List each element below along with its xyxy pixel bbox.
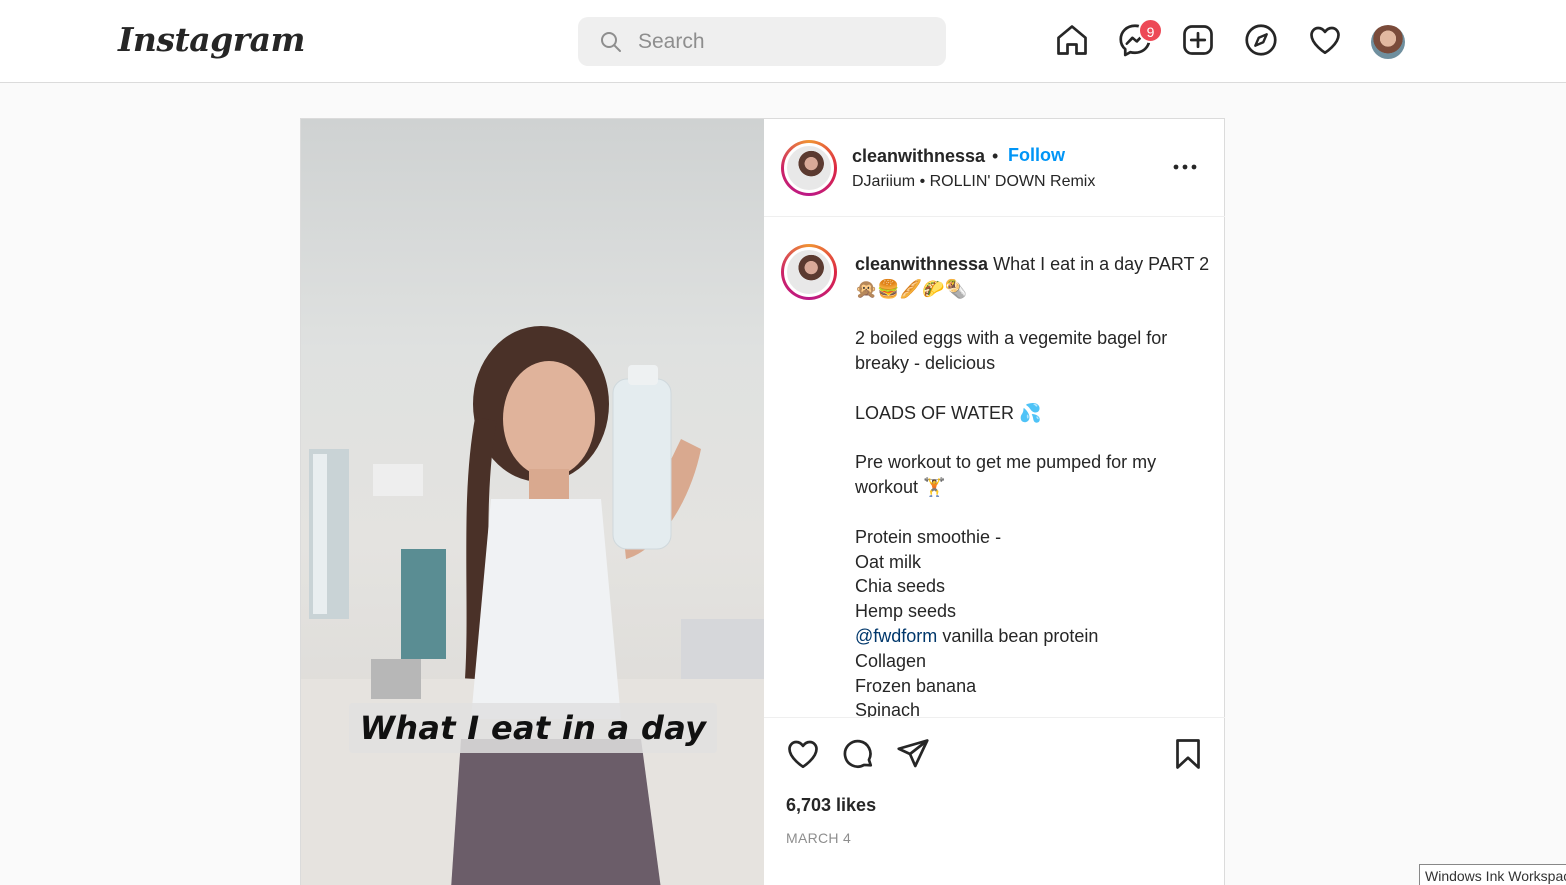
post-actions: 6,703 likes MARCH 4 xyxy=(764,717,1225,885)
more-options-icon[interactable] xyxy=(1172,157,1198,177)
messenger-badge: 9 xyxy=(1138,18,1163,43)
share-send-icon[interactable] xyxy=(895,736,931,772)
caption-line: 2 boiled eggs with a vegemite bagel for … xyxy=(855,328,1168,374)
search-box[interactable] xyxy=(578,17,946,66)
save-bookmark-icon[interactable] xyxy=(1170,736,1206,772)
caption-line: Protein smoothie - xyxy=(855,526,1002,547)
video-frame-illustration xyxy=(301,326,764,885)
caption-line: Pre workout to get me pumped for my work… xyxy=(855,452,1157,498)
post-sidebar: cleanwithnessa • Follow DJariium • ROLLI… xyxy=(764,119,1225,885)
search-icon xyxy=(601,32,621,52)
post-card: What I eat in a day cleanwithnessa • Fol… xyxy=(300,118,1225,885)
caption-line: vanilla bean protein xyxy=(942,625,1099,646)
instagram-logo[interactable]: Instagram xyxy=(118,20,305,59)
mention-link[interactable]: @fwdform xyxy=(855,626,937,646)
new-post-icon[interactable] xyxy=(1180,22,1216,58)
header-separator: • xyxy=(992,146,999,166)
comment-icon[interactable] xyxy=(840,736,876,772)
caption-line: Collagen xyxy=(855,650,927,671)
caption-author-avatar[interactable] xyxy=(781,244,837,300)
top-nav: Instagram 9 xyxy=(0,0,1566,83)
like-heart-icon[interactable] xyxy=(785,736,821,772)
activity-heart-icon[interactable] xyxy=(1307,22,1343,58)
caption-line: Chia seeds xyxy=(855,576,946,597)
follow-button[interactable]: Follow xyxy=(1008,145,1065,166)
caption-line: LOADS OF WATER 💦 xyxy=(855,402,1042,423)
post-header: cleanwithnessa • Follow DJariium • ROLLI… xyxy=(764,119,1225,217)
author-username[interactable]: cleanwithnessa xyxy=(852,146,985,167)
video-overlay-caption: What I eat in a day xyxy=(349,703,717,753)
profile-avatar[interactable] xyxy=(1371,25,1405,59)
search-input[interactable] xyxy=(638,25,928,58)
author-avatar[interactable] xyxy=(781,140,837,196)
caption-line: Hemp seeds xyxy=(855,601,957,622)
post-video[interactable]: What I eat in a day xyxy=(301,119,764,885)
taskbar-tooltip: Windows Ink Workspace xyxy=(1419,864,1566,885)
likes-count[interactable]: 6,703 likes xyxy=(786,795,876,816)
caption-line: Oat milk xyxy=(855,551,922,572)
post-date[interactable]: MARCH 4 xyxy=(786,830,851,846)
home-icon[interactable] xyxy=(1054,22,1090,58)
explore-icon[interactable] xyxy=(1243,22,1279,58)
caption-area: cleanwithnessa What I eat in a day PART … xyxy=(764,218,1225,718)
audio-track-link[interactable]: DJariium • ROLLIN' DOWN Remix xyxy=(852,173,1095,191)
caption-username[interactable]: cleanwithnessa xyxy=(855,254,988,274)
caption-text: cleanwithnessa What I eat in a day PART … xyxy=(855,252,1210,718)
caption-line: Spinach xyxy=(855,700,921,718)
caption-line: Frozen banana xyxy=(855,675,977,696)
